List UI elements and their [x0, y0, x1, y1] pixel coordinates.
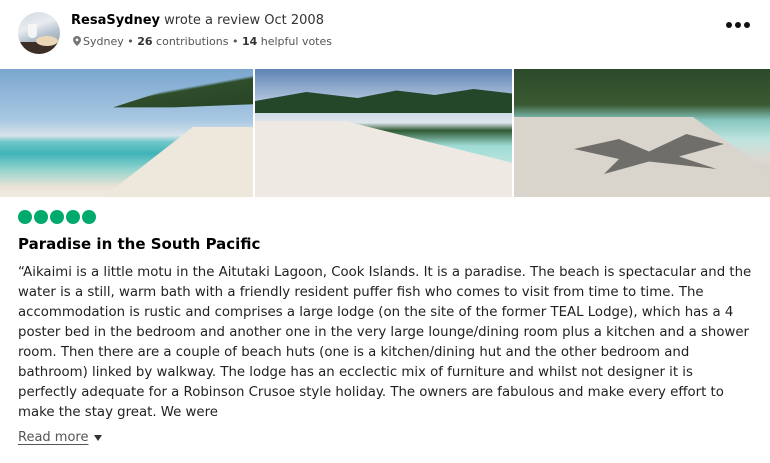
read-more-button[interactable]: Read more — [18, 430, 103, 446]
review-header: ResaSydney wrote a review Oct 2008 Sydne… — [18, 12, 758, 56]
separator-dot: • — [231, 35, 239, 48]
rating-bubbles — [18, 210, 96, 224]
author-location: Sydney — [83, 35, 124, 48]
helpful-votes-label: helpful votes — [260, 35, 332, 48]
rating-bubble — [82, 210, 96, 224]
more-options-icon[interactable] — [726, 18, 750, 32]
review-text: “Aikaimi is a little motu in the Aitutak… — [18, 265, 752, 420]
avatar[interactable] — [18, 12, 60, 54]
review-photos — [0, 69, 770, 197]
caret-down-icon — [94, 435, 103, 441]
rating-bubble — [18, 210, 32, 224]
contributions-label: contributions — [156, 35, 229, 48]
author-name[interactable]: ResaSydney — [71, 13, 160, 28]
review-photo[interactable] — [0, 69, 253, 197]
map-pin-icon — [73, 36, 81, 46]
contributions-count: 26 — [137, 35, 153, 48]
review-photo[interactable] — [255, 69, 512, 197]
review-photo[interactable] — [514, 69, 770, 197]
separator-dot: • — [127, 35, 134, 48]
read-more-label: Read more — [18, 430, 89, 445]
rating-bubble — [66, 210, 80, 224]
review-title[interactable]: Paradise in the South Pacific — [18, 234, 260, 254]
review-date-text: wrote a review Oct 2008 — [164, 13, 324, 28]
author-meta: Sydney • 26 contributions • 14 helpful v… — [73, 35, 332, 49]
rating-bubble — [34, 210, 48, 224]
rating-bubble — [50, 210, 64, 224]
author-line: ResaSydney wrote a review Oct 2008 — [71, 13, 324, 29]
helpful-votes-count: 14 — [241, 35, 258, 48]
